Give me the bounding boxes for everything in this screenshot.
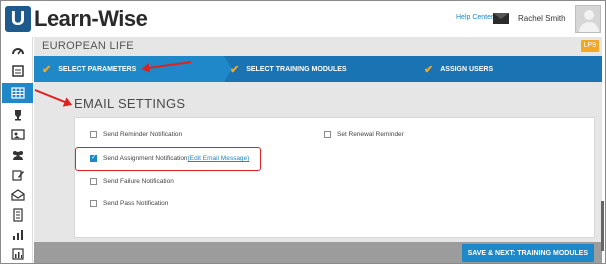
send-reminder-checkbox[interactable] xyxy=(90,131,97,138)
sidebar-item-analytics[interactable] xyxy=(2,244,33,263)
user-name[interactable]: Rachel Smith xyxy=(518,14,566,23)
sidebar-item-achievements[interactable] xyxy=(2,105,33,125)
app-window: U Learn-Wise Help Center Rachel Smith EU… xyxy=(0,0,606,264)
course-header: EUROPEAN LIFE LP9 xyxy=(34,37,602,56)
grid-icon xyxy=(10,87,25,99)
help-center-link[interactable]: Help Center xyxy=(456,14,493,21)
document-icon xyxy=(12,208,23,222)
sidebar-item-reports[interactable] xyxy=(2,225,33,245)
course-title: EUROPEAN LIFE xyxy=(42,40,134,52)
send-pass-checkbox[interactable] xyxy=(90,200,97,207)
mail-icon[interactable] xyxy=(493,13,509,24)
option-set-renewal[interactable]: Set Renewal Reminder xyxy=(324,131,404,138)
send-failure-checkbox[interactable] xyxy=(90,178,97,185)
step-label: SELECT TRAINING MODULES xyxy=(246,65,347,73)
edit-icon xyxy=(11,170,24,181)
trophy-icon xyxy=(14,110,21,121)
top-header: U Learn-Wise Help Center Rachel Smith xyxy=(1,1,605,37)
logo-mark: U xyxy=(5,6,31,32)
option-label: Send Pass Notification xyxy=(103,200,169,207)
courses-icon xyxy=(11,65,24,77)
sidebar-item-documents[interactable] xyxy=(2,205,33,225)
scrollbar[interactable] xyxy=(601,201,604,251)
step-assign-users[interactable]: ✔ ASSIGN USERS xyxy=(424,56,493,82)
chart-icon xyxy=(11,248,24,260)
step-select-training-modules[interactable]: ✔ SELECT TRAINING MODULES xyxy=(230,56,347,82)
presentation-icon xyxy=(10,129,25,140)
option-label: Send Failure Notification xyxy=(103,178,174,185)
option-label: Send Reminder Notification xyxy=(103,131,183,138)
option-label: Set Renewal Reminder xyxy=(337,131,404,138)
annotation-highlight-box xyxy=(75,147,261,171)
option-send-pass[interactable]: Send Pass Notification xyxy=(90,200,168,207)
users-icon xyxy=(12,151,23,160)
check-icon: ✔ xyxy=(42,63,52,76)
sidebar-item-mail[interactable] xyxy=(2,185,33,205)
sidebar-item-presentations[interactable] xyxy=(2,125,33,145)
sidebar-item-dashboard[interactable] xyxy=(2,41,33,61)
sidebar xyxy=(2,37,33,263)
check-icon: ✔ xyxy=(230,63,240,76)
step-label: SELECT PARAMETERS xyxy=(58,65,137,73)
logo[interactable]: U Learn-Wise xyxy=(5,5,148,33)
sidebar-item-learning-plans[interactable] xyxy=(2,83,33,103)
option-send-failure[interactable]: Send Failure Notification xyxy=(90,178,174,185)
sidebar-item-edit[interactable] xyxy=(2,165,33,185)
mail-icon xyxy=(10,189,25,201)
course-badge: LP9 xyxy=(580,40,599,52)
set-renewal-checkbox[interactable] xyxy=(324,131,331,138)
step-label: ASSIGN USERS xyxy=(440,65,494,73)
dashboard-icon xyxy=(11,48,24,55)
avatar[interactable] xyxy=(575,5,601,33)
report-icon xyxy=(12,230,23,240)
sidebar-item-users[interactable] xyxy=(2,145,33,165)
logo-text: Learn-Wise xyxy=(34,6,148,31)
option-send-reminder[interactable]: Send Reminder Notification xyxy=(90,131,182,138)
save-next-button[interactable]: SAVE & NEXT: TRAINING MODULES xyxy=(461,244,594,262)
wizard-steps: ✔ SELECT PARAMETERS ✔ SELECT TRAINING MO… xyxy=(34,56,602,82)
sidebar-item-courses[interactable] xyxy=(2,61,33,81)
check-icon: ✔ xyxy=(424,63,434,76)
section-title: EMAIL SETTINGS xyxy=(74,96,186,111)
step-select-parameters[interactable]: ✔ SELECT PARAMETERS xyxy=(34,56,232,82)
email-settings-panel: Send Reminder Notification Set Renewal R… xyxy=(74,117,595,238)
